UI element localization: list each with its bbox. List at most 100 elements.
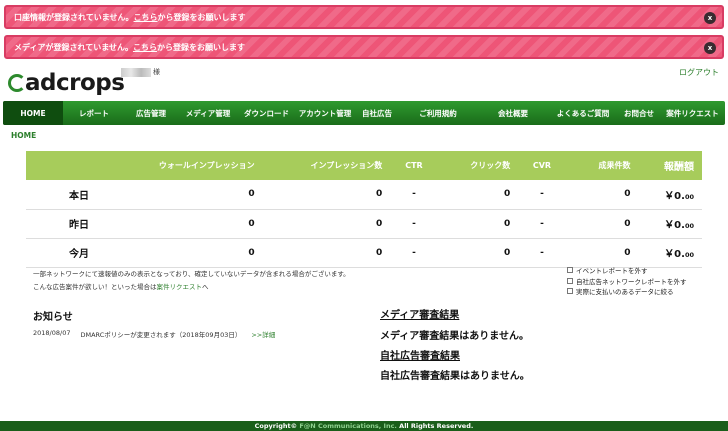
cell-ctr: - <box>390 238 438 268</box>
checkbox[interactable] <box>567 267 573 274</box>
col-ctr: CTR <box>390 151 438 180</box>
note-preliminary: 一部ネットワークにて速報値のみの表示となっており、確定していないデータが含まれる… <box>33 270 350 278</box>
news-date: 2018/08/07 <box>33 329 71 337</box>
own-ad-review-heading[interactable]: 自社広告審査結果 <box>380 347 460 362</box>
cell-click: 0 <box>437 180 519 210</box>
cell-reward: ￥0.00 <box>638 180 702 210</box>
cell-reward: ￥0.00 <box>638 209 702 239</box>
col-impressions: インプレッション数 <box>262 151 391 180</box>
alert-media: メディアが登録されていません。 こちら から登録をお願いします x <box>4 35 724 59</box>
footer-post: All Rights Reserved. <box>396 422 474 430</box>
filter-exclude-own-network[interactable]: 自社広告ネットワークレポートを外す <box>567 276 687 287</box>
cell-cvr: - <box>518 238 566 268</box>
nav-home[interactable]: HOME <box>3 101 63 125</box>
nav-media-management[interactable]: メディア管理 <box>177 101 239 125</box>
table-row: 昨日 0 0 - 0 - 0 ￥0.00 <box>26 209 702 239</box>
cell-imp: 0 <box>262 209 391 239</box>
alert-text: メディアが登録されていません。 <box>14 42 133 52</box>
blurred-name <box>121 67 151 77</box>
project-request-link[interactable]: 案件リクエスト <box>157 283 203 291</box>
report-filters: イベントレポートを外す 自社広告ネットワークレポートを外す 実際に支払いのあるデ… <box>567 265 687 297</box>
cell-imp: 0 <box>262 180 391 210</box>
close-icon[interactable]: x <box>704 42 716 54</box>
reward-dec: 00 <box>684 251 694 259</box>
cell-wall: 0 <box>134 238 263 268</box>
media-review-text: メディア審査結果はありません。 <box>380 331 529 342</box>
filter-label: イベントレポートを外す <box>576 267 648 276</box>
table-row: 今月 0 0 - 0 - 0 ￥0.00 <box>26 238 702 268</box>
checkbox[interactable] <box>567 277 573 284</box>
filter-paid-only[interactable]: 実際に支払いのあるデータに絞る <box>567 286 687 297</box>
nav-own-ads[interactable]: 自社広告 <box>356 101 398 125</box>
alert-tail: から登録をお願いします <box>156 42 245 52</box>
col-clicks: クリック数 <box>437 151 519 180</box>
own-ad-review-text: 自社広告審査結果はありません。 <box>380 371 530 382</box>
row-label: 昨日 <box>26 209 135 239</box>
table-header-row: ウォールインプレッション インプレッション数 CTR クリック数 CVR 成果件… <box>26 151 702 180</box>
cell-cv: 0 <box>565 180 639 210</box>
logo-swoosh-icon <box>8 74 26 92</box>
cell-cv: 0 <box>565 238 639 268</box>
reward-main: ￥0. <box>664 249 685 260</box>
cell-imp: 0 <box>262 238 391 268</box>
filter-label: 実際に支払いのあるデータに絞る <box>576 288 674 297</box>
nav-download[interactable]: ダウンロード <box>239 101 294 125</box>
nav-faq[interactable]: よくあるご質問 <box>548 101 618 125</box>
table-row: 本日 0 0 - 0 - 0 ￥0.00 <box>26 180 702 210</box>
nav-report[interactable]: レポート <box>63 101 125 125</box>
reward-dec: 00 <box>684 222 694 230</box>
user-name: 様 <box>121 67 160 77</box>
col-cvr: CVR <box>518 151 566 180</box>
alert-text: 口座情報が登録されていません。 <box>14 12 134 22</box>
nav-company[interactable]: 会社概要 <box>478 101 548 125</box>
alert-register-link[interactable]: こちら <box>133 42 157 53</box>
col-reward: 報酬額 <box>638 151 702 180</box>
nav-ad-management[interactable]: 広告管理 <box>125 101 177 125</box>
note-request-pre: こんな広告案件が欲しい！といった場合は <box>33 283 157 291</box>
alert-tail: から登録をお願いします <box>157 12 246 22</box>
cell-ctr: - <box>390 209 438 239</box>
alert-register-link[interactable]: こちら <box>134 12 158 23</box>
nav-terms[interactable]: ご利用規約 <box>398 101 478 125</box>
reward-main: ￥0. <box>664 220 685 231</box>
alert-bank-account: 口座情報が登録されていません。 こちら から登録をお願いします x <box>4 5 724 29</box>
note-request: こんな広告案件が欲しい！といった場合は案件リクエストへ <box>33 281 209 291</box>
filter-label: 自社広告ネットワークレポートを外す <box>576 277 687 286</box>
checkbox[interactable] <box>567 288 573 295</box>
list-item: 2018/08/07 DMARCポリシーが変更されます（2018年09月03日）… <box>33 329 275 339</box>
logo[interactable]: adcrops <box>8 68 125 98</box>
cell-cvr: - <box>518 209 566 239</box>
col-conversions: 成果件数 <box>565 151 639 180</box>
filter-exclude-event[interactable]: イベントレポートを外す <box>567 265 687 276</box>
col-empty <box>26 151 135 180</box>
media-review-heading[interactable]: メディア審査結果 <box>380 306 459 321</box>
nav-account-management[interactable]: アカウント管理 <box>294 101 356 125</box>
row-label: 本日 <box>26 180 135 210</box>
cell-wall: 0 <box>134 180 263 210</box>
nav-project-request[interactable]: 案件リクエスト <box>660 101 725 125</box>
footer: Copyright© F@N Communications, Inc. All … <box>0 421 728 431</box>
reward-dec: 00 <box>684 192 694 201</box>
note-request-post: へ <box>202 283 209 291</box>
cell-cvr: - <box>518 180 566 210</box>
user-suffix: 様 <box>153 68 160 76</box>
cell-reward: ￥0.00 <box>638 238 702 268</box>
cell-cv: 0 <box>565 209 639 239</box>
news-detail-link[interactable]: >>詳細 <box>251 329 275 339</box>
footer-company: F@N Communications, Inc. <box>299 422 397 430</box>
reward-main: ￥0. <box>664 190 685 202</box>
nav-contact[interactable]: お問合せ <box>618 101 660 125</box>
cell-wall: 0 <box>134 209 263 239</box>
breadcrumb[interactable]: HOME <box>11 131 36 140</box>
cell-click: 0 <box>437 238 519 268</box>
logout-link[interactable]: ログアウト <box>679 67 719 78</box>
cell-ctr: - <box>390 180 438 210</box>
logo-text: adcrops <box>25 70 125 96</box>
news-title: お知らせ <box>33 312 73 323</box>
row-label: 今月 <box>26 238 135 268</box>
news-text: DMARCポリシーが変更されます（2018年09月03日） <box>80 331 242 339</box>
stats-table: ウォールインプレッション インプレッション数 CTR クリック数 CVR 成果件… <box>26 151 702 268</box>
col-wall-impressions: ウォールインプレッション <box>134 151 263 180</box>
footer-pre: Copyright© <box>254 422 300 430</box>
close-icon[interactable]: x <box>704 12 716 24</box>
